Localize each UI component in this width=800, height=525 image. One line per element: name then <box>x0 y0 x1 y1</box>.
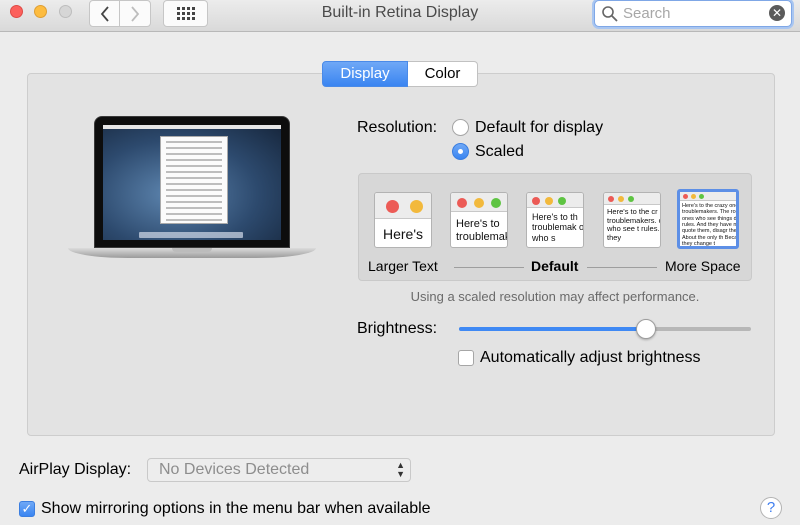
scale-label-default: Default <box>531 258 579 274</box>
scale-preview-text: Here's to the crazy one troublemakers. T… <box>682 203 739 247</box>
scale-label-more-space: More Space <box>665 258 741 274</box>
scale-option-5[interactable]: Here's to the crazy one troublemakers. T… <box>677 189 739 249</box>
airplay-select-value: No Devices Detected <box>159 461 310 478</box>
search-field[interactable]: ✕ <box>594 0 792 27</box>
scale-divider-right <box>587 267 657 268</box>
auto-brightness-checkbox[interactable] <box>458 350 474 366</box>
scale-label-larger-text: Larger Text <box>368 258 438 274</box>
tab-display[interactable]: Display <box>322 61 408 87</box>
search-input[interactable] <box>623 4 763 23</box>
scaled-options-box: Here's Here's to troublemak Here's to th… <box>358 173 752 281</box>
screen-document <box>160 136 228 224</box>
brightness-slider[interactable] <box>459 327 751 331</box>
performance-note: Using a scaled resolution may affect per… <box>410 289 700 304</box>
scale-preview-text: Here's to troublemak <box>456 218 508 243</box>
scale-option-2[interactable]: Here's to troublemak <box>450 192 508 248</box>
radio-scaled[interactable] <box>452 143 469 160</box>
laptop-lid <box>94 116 290 248</box>
radio-default-for-display[interactable] <box>452 119 469 136</box>
airplay-select[interactable]: No Devices Detected ▲ ▼ <box>147 458 411 482</box>
laptop-notch <box>172 248 212 252</box>
help-button[interactable]: ? <box>760 497 782 519</box>
scale-divider-left <box>454 267 524 268</box>
title-bar: Built-in Retina Display ✕ <box>0 0 800 32</box>
scale-option-4[interactable]: Here's to the cr troublemakers. ones who… <box>603 192 661 248</box>
tab-color[interactable]: Color <box>408 61 478 87</box>
search-icon <box>602 6 618 22</box>
scale-preview-text: Here's to the cr troublemakers. ones who… <box>607 207 660 242</box>
mirroring-checkbox[interactable]: ✓ <box>19 501 35 517</box>
resolution-label: Resolution: <box>357 119 438 136</box>
scale-option-1[interactable]: Here's <box>374 192 432 248</box>
radio-default-label[interactable]: Default for display <box>475 119 603 137</box>
tab-bar: Display Color <box>322 61 478 87</box>
screen-menubar <box>103 125 281 129</box>
brightness-slider-knob[interactable] <box>635 319 656 339</box>
brightness-slider-fill <box>459 327 646 331</box>
screen-dock <box>139 232 243 238</box>
mirroring-label[interactable]: Show mirroring options in the menu bar w… <box>41 500 431 518</box>
brightness-label: Brightness: <box>357 320 438 337</box>
airplay-label: AirPlay Display: <box>19 461 132 478</box>
clear-icon[interactable]: ✕ <box>769 5 785 21</box>
laptop-screen <box>103 125 281 240</box>
scale-preview-text: Here's to th troublemak ones who s <box>532 212 584 243</box>
scale-option-3[interactable]: Here's to th troublemak ones who s <box>526 192 584 248</box>
updown-arrows-icon: ▲ ▼ <box>396 460 405 479</box>
scale-preview-text: Here's <box>383 226 424 242</box>
auto-brightness-label[interactable]: Automatically adjust brightness <box>480 349 701 367</box>
radio-scaled-label[interactable]: Scaled <box>475 143 524 161</box>
laptop-illustration <box>68 116 316 268</box>
